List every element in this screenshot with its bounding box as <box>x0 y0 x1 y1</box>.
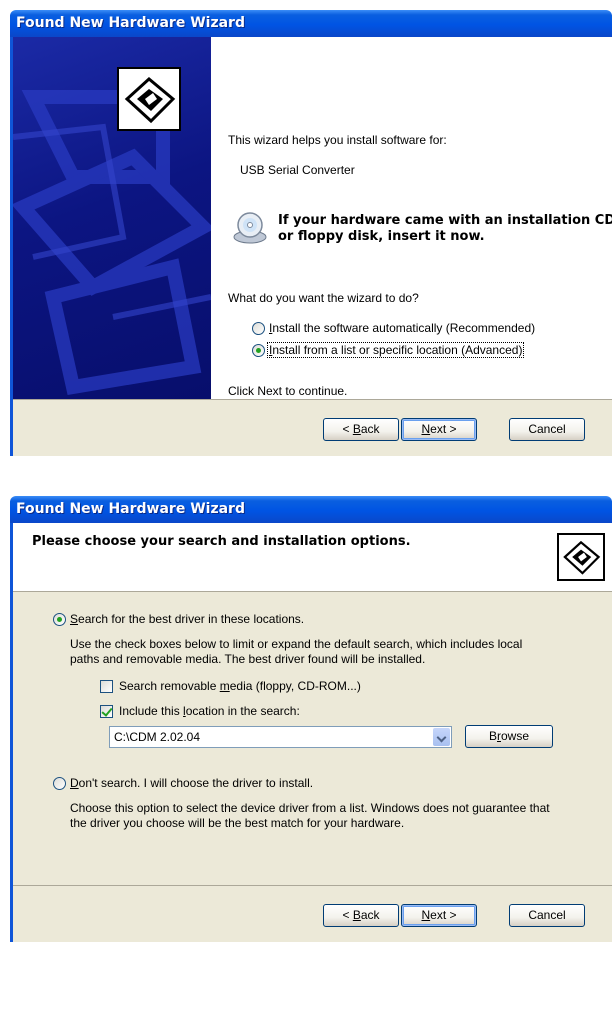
checkbox-label-search-removable-media[interactable]: Search removable media (floppy, CD-ROM..… <box>119 679 361 693</box>
checkbox-include-location[interactable] <box>100 705 113 718</box>
back-button[interactable]: < Back <box>323 418 399 441</box>
title-bar[interactable]: Found New Hardware Wizard <box>10 10 612 37</box>
radio-label-search-best-driver[interactable]: Search for the best driver in these loca… <box>70 612 304 626</box>
cd-notice-line1: If your hardware came with an installati… <box>278 213 612 228</box>
wizard-header: Please choose your search and installati… <box>13 523 612 592</box>
location-value: C:\CDM 2.02.04 <box>114 730 201 744</box>
browse-button[interactable]: Browse <box>465 725 553 748</box>
checkbox-label-include-location[interactable]: Include this location in the search: <box>119 704 300 718</box>
window-title: Found New Hardware Wizard <box>16 501 245 517</box>
dont-search-description-line2: the driver you choose will be the best m… <box>70 816 405 830</box>
wizard-body: This wizard helps you install software f… <box>13 37 612 456</box>
hardware-wizard-icon <box>117 67 181 131</box>
wizard-dialog-welcome: Found New Hardware Wizard This wizard he… <box>10 10 612 456</box>
wizard-question: What do you want the wizard to do? <box>228 291 419 305</box>
radio-install-from-list[interactable] <box>252 344 265 357</box>
radio-label-install-automatically[interactable]: Install the software automatically (Reco… <box>269 321 535 335</box>
next-button[interactable]: Next > <box>401 904 477 927</box>
radio-dont-search[interactable] <box>53 777 66 790</box>
page-heading: Please choose your search and installati… <box>32 534 411 549</box>
cd-icon <box>232 209 268 245</box>
continue-instruction: Click Next to continue. <box>228 384 348 398</box>
dont-search-description-line1: Choose this option to select the device … <box>70 801 550 815</box>
sidebar-decoration <box>13 90 211 395</box>
button-bar: < Back Next > Cancel <box>13 399 612 456</box>
search-description-line2: paths and removable media. The best driv… <box>70 652 426 666</box>
location-combobox[interactable]: C:\CDM 2.02.04 <box>109 726 452 748</box>
device-name: USB Serial Converter <box>240 163 355 177</box>
button-bar: < Back Next > Cancel <box>13 885 612 942</box>
chevron-down-icon[interactable] <box>433 728 450 746</box>
wizard-body: Please choose your search and installati… <box>13 523 612 942</box>
wizard-sidebar-banner <box>13 37 211 406</box>
wizard-content: This wizard helps you install software f… <box>211 37 612 406</box>
intro-text: This wizard helps you install software f… <box>228 133 447 147</box>
cancel-button[interactable]: Cancel <box>509 418 585 441</box>
radio-label-dont-search[interactable]: Don't search. I will choose the driver t… <box>70 776 313 790</box>
window-title: Found New Hardware Wizard <box>16 15 245 31</box>
search-description-line1: Use the check boxes below to limit or ex… <box>70 637 523 651</box>
cd-notice-line2: or floppy disk, insert it now. <box>278 229 485 244</box>
radio-label-install-from-list[interactable]: Install from a list or specific location… <box>267 342 525 358</box>
radio-search-best-driver[interactable] <box>53 613 66 626</box>
checkbox-search-removable-media[interactable] <box>100 680 113 693</box>
hardware-wizard-icon <box>557 533 605 581</box>
wizard-dialog-search-options: Found New Hardware Wizard Please choose … <box>10 496 612 942</box>
back-button[interactable]: < Back <box>323 904 399 927</box>
radio-install-automatically[interactable] <box>252 322 265 335</box>
title-bar[interactable]: Found New Hardware Wizard <box>10 496 612 523</box>
cancel-button[interactable]: Cancel <box>509 904 585 927</box>
next-button[interactable]: Next > <box>401 418 477 441</box>
